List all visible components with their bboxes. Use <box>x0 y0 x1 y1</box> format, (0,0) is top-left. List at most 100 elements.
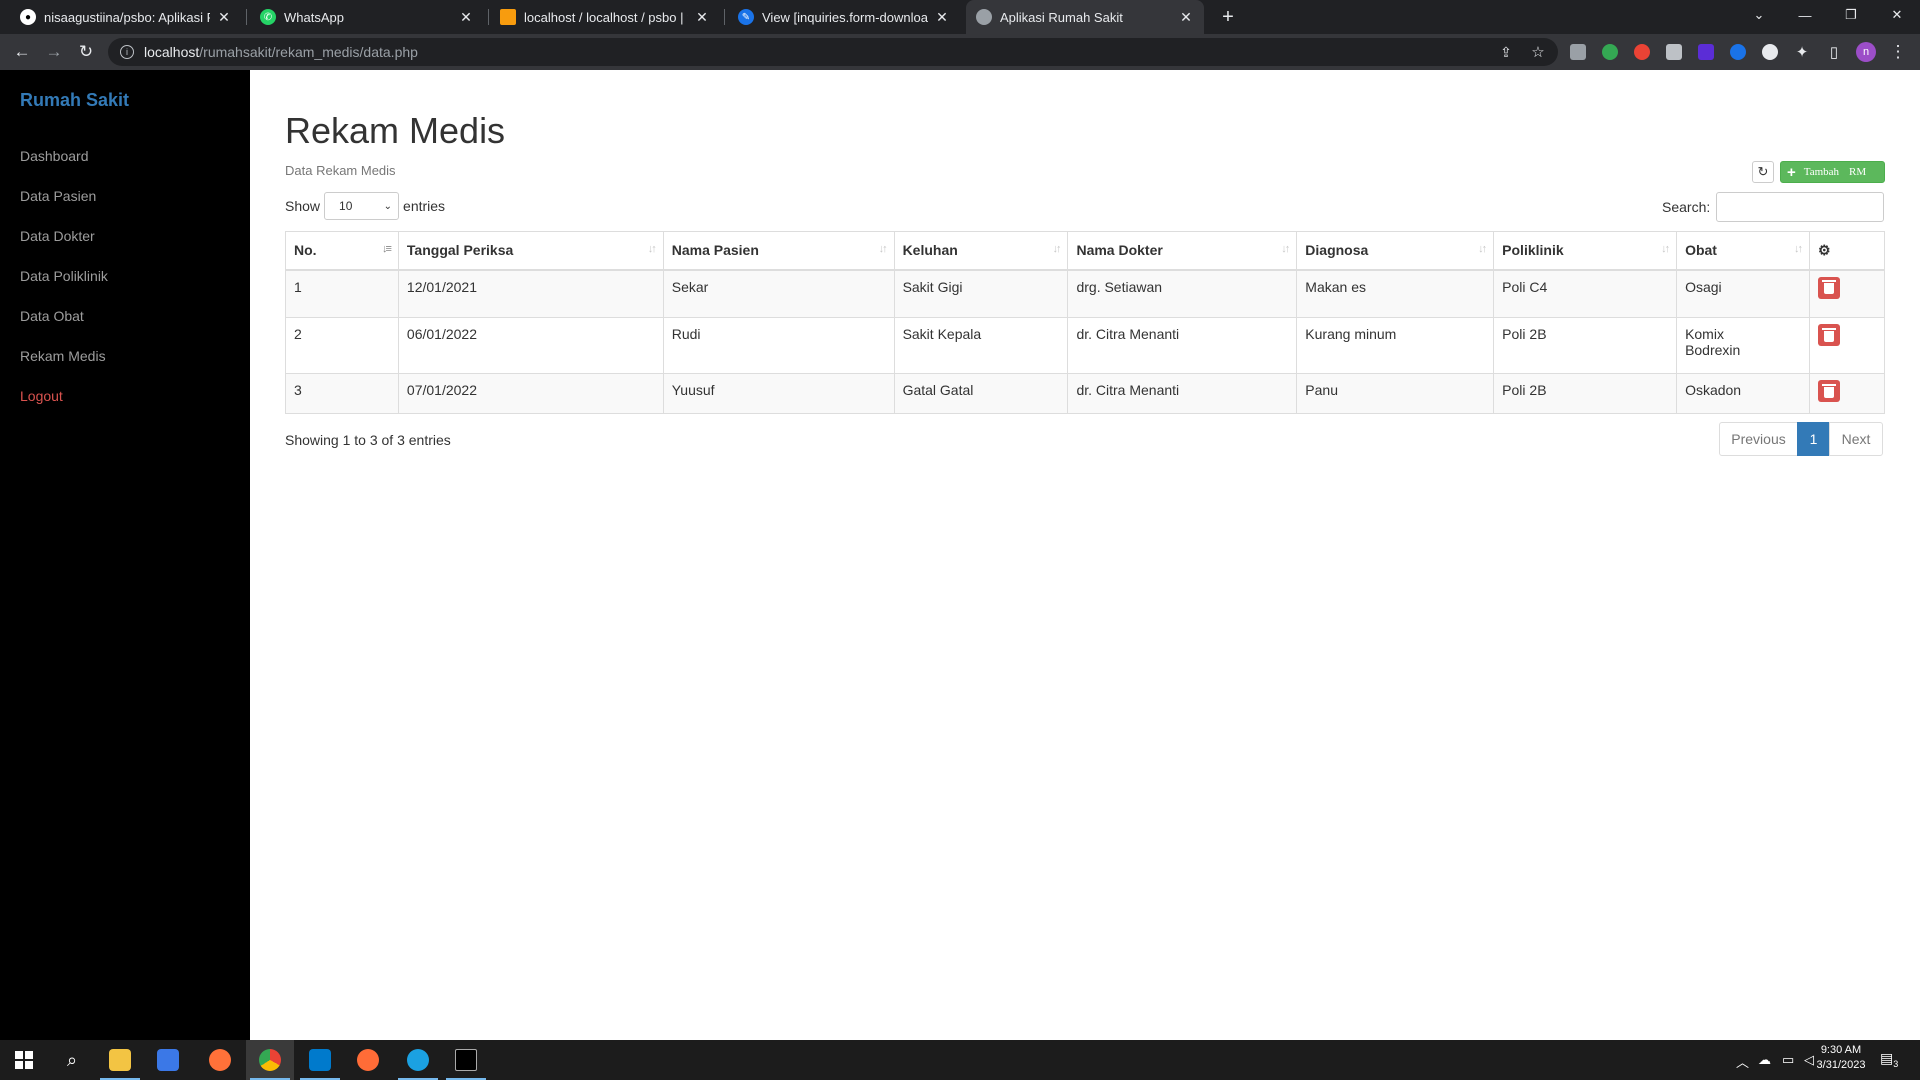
extension-icon[interactable] <box>1762 44 1778 60</box>
back-icon[interactable]: ← <box>10 40 34 64</box>
sidebar-item-data-pasien[interactable]: Data Pasien <box>20 188 96 204</box>
entries-select-value: 10 <box>339 199 353 213</box>
column-header-keluhan[interactable]: Keluhan ↓↑ <box>893 231 1069 271</box>
column-header-no[interactable]: No. ↓≡ <box>285 231 399 271</box>
column-header-diagnosa[interactable]: Diagnosa ↓↑ <box>1296 231 1495 271</box>
delete-button[interactable] <box>1818 324 1840 346</box>
close-icon[interactable]: ✕ <box>1178 9 1194 26</box>
column-header-pasien[interactable]: Nama Pasien ↓↑ <box>662 231 895 271</box>
pagination-page-current[interactable]: 1 <box>1797 422 1830 456</box>
pagination: Previous 1 Next <box>1719 422 1883 456</box>
maximize-button[interactable]: ❐ <box>1828 0 1874 30</box>
pagination-previous[interactable]: Previous <box>1719 422 1798 456</box>
browser-tab[interactable]: ● nisaagustiina/psbo: Aplikasi PPDB ✕ <box>10 0 242 34</box>
extension-icon[interactable] <box>1602 44 1618 60</box>
forward-icon[interactable]: → <box>42 40 66 64</box>
records-table: No. ↓≡ Tanggal Periksa ↓↑ Nama Pasien ↓↑ Ke… <box>285 231 1885 414</box>
tab-title: localhost / localhost / psbo | phpMyAdmi… <box>524 9 688 25</box>
chrome-icon[interactable] <box>246 1040 294 1080</box>
close-icon[interactable]: ✕ <box>934 9 950 26</box>
search-input[interactable] <box>1716 192 1885 222</box>
pagination-next[interactable]: Next <box>1829 422 1883 456</box>
table-header-row: No. ↓≡ Tanggal Periksa ↓↑ Nama Pasien ↓↑ Ke… <box>285 231 1885 271</box>
close-icon[interactable]: ✕ <box>458 9 474 26</box>
chevron-up-icon[interactable]: ︿ <box>1736 1052 1749 1071</box>
tab-search-icon[interactable]: ⌄ <box>1736 0 1782 30</box>
share-icon[interactable]: ⇪ <box>1494 40 1518 64</box>
obat-item: Komix <box>1685 326 1724 342</box>
address-bar[interactable]: i localhost/rumahsakit/rekam_medis/data.… <box>108 38 1558 66</box>
browser-tab[interactable]: ✆ WhatsApp ✕ <box>250 0 484 34</box>
delete-button[interactable] <box>1818 276 1840 299</box>
minimize-button[interactable]: — <box>1782 0 1828 30</box>
table-row: 3 07/01/2022 Yuusuf Gatal Gatal dr. Citr… <box>285 373 1885 414</box>
menu-kebab-icon[interactable]: ⋮ <box>1886 40 1910 64</box>
extension-icon[interactable] <box>1730 44 1746 60</box>
sidebar-item-dashboard[interactable]: Dashboard <box>20 148 89 164</box>
cell-pasien: Sekar <box>662 269 895 318</box>
column-header-obat[interactable]: Obat ↓↑ <box>1676 231 1810 271</box>
refresh-button[interactable]: ↻ <box>1752 161 1774 183</box>
gear-icon: ⚙ <box>1818 241 1831 258</box>
sidebar-item-data-dokter[interactable]: Data Dokter <box>20 228 95 244</box>
clock-date: 3/31/2023 <box>1816 1059 1866 1071</box>
length-suffix: entries <box>403 198 446 214</box>
brand-link[interactable]: Rumah Sakit <box>20 90 129 111</box>
site-info-icon[interactable]: i <box>120 45 134 59</box>
network-icon[interactable]: ▭ <box>1782 1052 1794 1068</box>
network-app-icon[interactable] <box>144 1040 192 1080</box>
length-prefix: Show <box>285 198 321 214</box>
reload-icon[interactable]: ↻ <box>74 40 98 64</box>
add-record-button[interactable]: + Tambah RM <box>1780 161 1885 183</box>
obat-item: Oskadon <box>1685 382 1742 398</box>
close-icon[interactable]: ✕ <box>216 9 232 26</box>
new-tab-button[interactable]: + <box>1215 0 1241 34</box>
sidebar-item-rekam-medis[interactable]: Rekam Medis <box>20 348 106 364</box>
onedrive-cloud-icon[interactable]: ☁ <box>1758 1052 1771 1068</box>
edge-icon[interactable] <box>394 1040 442 1080</box>
tab-title: WhatsApp <box>284 9 344 25</box>
phpmyadmin-icon <box>500 9 516 25</box>
sidebar-item-data-poliklinik[interactable]: Data Poliklinik <box>20 268 108 284</box>
vscode-icon[interactable] <box>296 1040 344 1080</box>
profile-avatar[interactable]: n <box>1856 42 1876 62</box>
close-window-button[interactable]: ✕ <box>1874 0 1920 30</box>
puzzle-extensions-icon[interactable]: ✦ <box>1790 40 1814 64</box>
cell-dokter: dr. Citra Menanti <box>1067 317 1298 374</box>
postman-icon[interactable] <box>344 1040 392 1080</box>
sort-icon: ↓↑ <box>1794 243 1803 255</box>
cell-obat: Osagi <box>1676 269 1810 318</box>
extension-icon[interactable] <box>1698 44 1714 60</box>
clock[interactable]: 9:30 AM 3/31/2023 <box>1808 1044 1874 1071</box>
sidebar-item-logout[interactable]: Logout <box>20 388 63 404</box>
sidebar-item-data-obat[interactable]: Data Obat <box>20 308 84 324</box>
close-icon[interactable]: ✕ <box>694 9 710 26</box>
browser-tab-active[interactable]: Aplikasi Rumah Sakit ✕ <box>966 0 1204 34</box>
column-header-dokter[interactable]: Nama Dokter ↓↑ <box>1067 231 1298 271</box>
browser-tab[interactable]: ✎ View [inquiries.form-download] ✕ <box>728 0 960 34</box>
terminal-icon[interactable] <box>442 1040 490 1080</box>
column-header-poliklinik[interactable]: Poliklinik ↓↑ <box>1493 231 1678 271</box>
page-subtitle: Data Rekam Medis <box>285 163 396 178</box>
browser-tab[interactable]: localhost / localhost / psbo | phpMyAdmi… <box>490 0 720 34</box>
table-info: Showing 1 to 3 of 3 entries <box>285 432 451 448</box>
extension-icon[interactable] <box>1634 44 1650 60</box>
side-panel-icon[interactable]: ▯ <box>1822 40 1846 64</box>
search-icon[interactable]: ⌕ <box>48 1040 96 1080</box>
file-explorer-icon[interactable] <box>96 1040 144 1080</box>
notifications-button[interactable]: ▤3 <box>1880 1050 1898 1069</box>
sort-icon: ↓↑ <box>1478 243 1487 255</box>
delete-button[interactable] <box>1818 380 1840 402</box>
main-content: Rekam Medis Data Rekam Medis ↻ + Tambah … <box>250 70 1920 1040</box>
windows-taskbar: ⌕ ︿ ☁ ▭ ◁ 9:30 AM 3/31/2023 ▤3 <box>0 1040 1920 1080</box>
bookmark-star-icon[interactable]: ☆ <box>1526 40 1550 64</box>
column-header-tanggal[interactable]: Tanggal Periksa ↓↑ <box>397 231 664 271</box>
cell-actions <box>1809 317 1885 374</box>
start-button[interactable] <box>0 1040 48 1080</box>
table-row: 2 06/01/2022 Rudi Sakit Kepala dr. Citra… <box>285 317 1885 374</box>
firefox-icon[interactable] <box>196 1040 244 1080</box>
extension-icon[interactable] <box>1570 44 1586 60</box>
obat-item: Bodrexin <box>1685 342 1741 358</box>
extension-icon[interactable] <box>1666 44 1682 60</box>
entries-select[interactable]: 10 ⌄ <box>324 192 400 220</box>
